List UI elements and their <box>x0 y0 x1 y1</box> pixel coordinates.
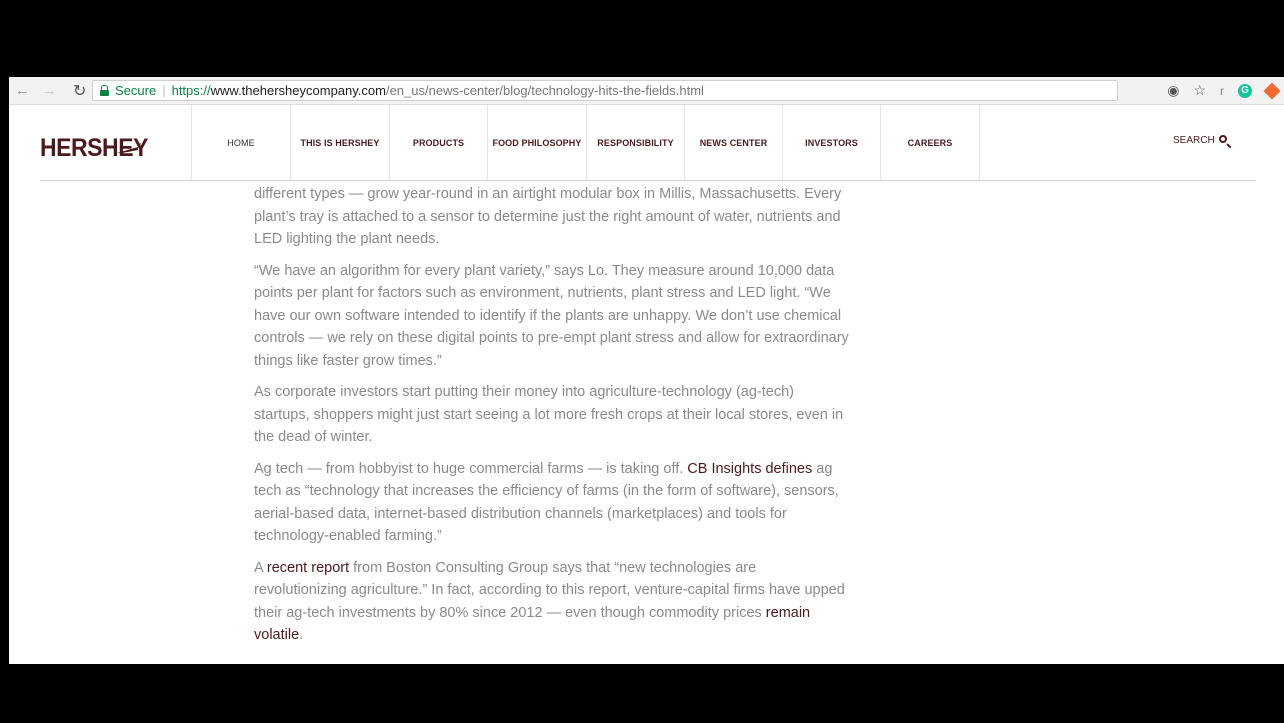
paragraph-4: Ag tech — from hobbyist to huge commerci… <box>254 458 849 548</box>
url-path: /en_us/news-center/blog/technology-hits-… <box>385 83 704 98</box>
forward-icon[interactable]: → <box>42 82 57 99</box>
nav-news-center[interactable]: NEWS CENTER <box>684 105 782 181</box>
nav-careers[interactable]: CAREERS <box>880 105 979 181</box>
extension-r-icon[interactable]: r <box>1220 84 1224 98</box>
nav-investors[interactable]: INVESTORS <box>782 105 880 181</box>
nav-home[interactable]: HOME <box>191 105 290 181</box>
search-label: SEARCH <box>1173 135 1215 146</box>
lock-icon <box>100 85 109 96</box>
browser-toolbar: ← → ↻ Secure | https://www.thehersheycom… <box>9 77 1284 105</box>
site-header: HERSHEY HOME THIS IS HERSHEY PRODUCTS FO… <box>9 105 1284 181</box>
url-scheme: https:// <box>171 83 211 98</box>
nav-products[interactable]: PRODUCTS <box>389 105 487 181</box>
header-divider <box>40 180 1256 181</box>
kiss-icon <box>117 143 141 153</box>
nav-this-is-hershey[interactable]: THIS IS HERSHEY <box>290 105 389 181</box>
star-icon[interactable]: ☆ <box>1193 82 1206 99</box>
p4-text-start: Ag tech — from hobbyist to huge commerci… <box>254 460 688 477</box>
toolbar-icons: ◉ ☆ r G <box>1167 80 1284 101</box>
reload-icon[interactable]: ↻ <box>73 81 86 101</box>
recent-report-link[interactable]: recent report <box>267 560 349 576</box>
address-bar[interactable]: Secure | https://www.thehersheycompany.c… <box>92 80 1118 101</box>
paragraph-5: A recent report from Boston Consulting G… <box>254 557 849 647</box>
url-host: www.thehersheycompany.com <box>210 83 386 98</box>
paragraph-3: As corporate investors start putting the… <box>254 384 844 445</box>
paragraph-2: “We have an algorithm for every plant va… <box>254 262 849 369</box>
extension-orange-icon[interactable] <box>1263 82 1281 99</box>
omnibox-separator: | <box>162 83 166 98</box>
search-button[interactable]: SEARCH <box>1173 135 1232 149</box>
grammarly-icon[interactable]: G <box>1238 83 1252 98</box>
search-icon <box>1218 135 1232 149</box>
nav-divider <box>979 105 980 181</box>
nav-food-philosophy[interactable]: FOOD PHILOSOPHY <box>487 105 586 181</box>
article-body: different types — grow year-round in an … <box>254 183 849 656</box>
secure-label: Secure <box>115 83 157 98</box>
paragraph-1: different types — grow year-round in an … <box>254 186 842 247</box>
p5-text-end: . <box>299 627 304 643</box>
nav-responsibility[interactable]: RESPONSIBILITY <box>586 105 684 181</box>
cb-insights-link[interactable]: CB Insights defines <box>687 461 812 477</box>
back-icon[interactable]: ← <box>15 82 30 99</box>
p5-text-start: A <box>254 559 267 576</box>
browser-viewport: ← → ↻ Secure | https://www.thehersheycom… <box>9 77 1284 664</box>
location-icon[interactable]: ◉ <box>1167 82 1179 99</box>
main-nav: HOME THIS IS HERSHEY PRODUCTS FOOD PHILO… <box>191 105 980 181</box>
